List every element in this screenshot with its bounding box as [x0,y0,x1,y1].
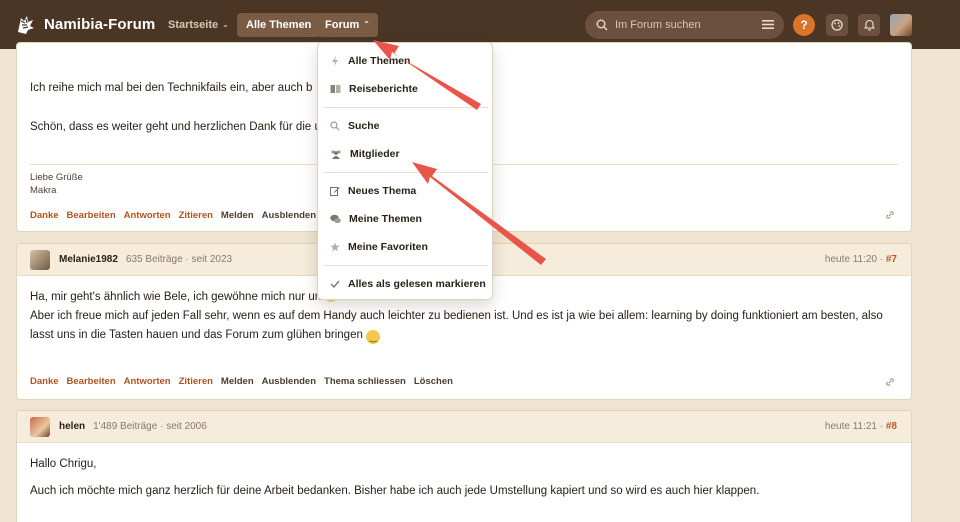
menu-item-neues-thema[interactable]: Neues Thema [330,182,416,200]
nav-startseite-label: Startseite [168,19,219,31]
antworten-button[interactable]: Antworten [124,210,171,221]
nav-startseite[interactable]: Startseite ⌄ [159,13,238,37]
author-avatar[interactable] [30,249,50,270]
menu-divider [324,107,488,108]
post-actions: Danke Bearbeiten Antworten Zitieren Meld… [30,210,316,221]
loeschen-button[interactable]: Löschen [414,376,453,387]
post-body: Ich reihe mich mal bei den Technikfails … [17,79,334,137]
antworten-button[interactable]: Antworten [124,376,171,387]
ausblenden-button[interactable]: Ausblenden [262,210,316,221]
nav-forum[interactable]: Forum ⌃ [316,13,378,37]
nav-alle-themen[interactable]: Alle Themen [237,13,321,37]
permalink-icon[interactable] [885,377,895,387]
zebra-logo-icon [18,16,34,34]
post-number[interactable]: #7 [886,254,897,265]
chat-icon [330,214,341,224]
forum-post: helen 1'489 Beiträge · seit 2006 heute 1… [16,410,912,522]
check-icon [330,280,340,289]
menu-item-alles-gelesen[interactable]: Alles als gelesen markieren [330,275,486,293]
post-text-line: Auch ich möchte mich ganz herzlich für d… [30,485,760,497]
menu-item-label: Suche [348,120,380,132]
search-icon [330,121,340,131]
author-avatar[interactable] [30,416,50,437]
book-icon [330,85,341,93]
melden-button[interactable]: Melden [221,376,254,387]
palette-icon[interactable] [826,14,848,36]
post-text-line: lasst uns in die Tasten hauen und das Fo… [30,326,898,345]
ausblenden-button[interactable]: Ausblenden [262,376,316,387]
post-time-label: heute 11:20 · [824,254,886,265]
edit-icon [330,187,340,196]
menu-item-suche[interactable]: Suche [330,117,380,135]
bearbeiten-button[interactable]: Bearbeiten [67,210,116,221]
post-text-fragment: Ha, mir geht's ähnlich wie Bele, ich gew… [30,291,322,303]
menu-divider [324,265,488,266]
post-body: Hallo Chrigu, Auch ich möchte mich ganz … [17,455,911,501]
author-meta: 635 Beiträge · seit 2023 [125,254,233,265]
chevron-down-icon: ⌄ [222,20,229,29]
post-author[interactable]: helen [59,421,85,432]
post-time-label: heute 11:21 · [824,421,886,432]
danke-button[interactable]: Danke [30,376,59,387]
help-button[interactable]: ? [793,14,815,36]
post-text-line: Hallo Chrigu, [30,458,97,470]
chevron-up-icon: ⌃ [363,20,370,29]
post-text-line: Aber ich freue mich auf jeden Fall sehr,… [30,310,883,322]
post-actions: Danke Bearbeiten Antworten Zitieren Meld… [30,376,453,387]
danke-button[interactable]: Danke [30,210,59,221]
permalink-icon[interactable] [885,210,895,220]
nav-forum-label: Forum [325,19,360,31]
forum-search-box[interactable] [585,11,784,39]
menu-item-label: Meine Favoriten [348,241,428,253]
post-timestamp: heute 11:20 · #7 [825,254,897,265]
bearbeiten-button[interactable]: Bearbeiten [67,376,116,387]
menu-item-label: Alles als gelesen markieren [348,278,486,290]
menu-item-reiseberichte[interactable]: Reiseberichte [330,80,418,98]
menu-item-label: Alle Themen [348,55,411,67]
zitieren-button[interactable]: Zitieren [179,210,213,221]
menu-item-alle-themen[interactable]: Alle Themen [330,52,410,70]
search-input[interactable] [615,19,755,31]
menu-item-label: Mitglieder [350,148,400,160]
site-title: Namibia-Forum [44,15,156,33]
post-text-line: Schön, dass es weiter geht und herzliche… [30,121,321,133]
site-logo[interactable]: Namibia-Forum [14,12,155,36]
melden-button[interactable]: Melden [221,210,254,221]
author-meta: 1'489 Beiträge · seit 2006 [93,421,207,432]
star-icon [330,242,340,252]
zitieren-button[interactable]: Zitieren [179,376,213,387]
menu-item-label: Neues Thema [348,185,417,197]
post-number[interactable]: #8 [886,421,897,432]
menu-item-label: Meine Themen [349,213,422,225]
thema-schliessen-button[interactable]: Thema schliessen [324,376,406,387]
search-icon [596,19,608,31]
user-avatar[interactable] [890,14,912,36]
menu-item-meine-themen[interactable]: Meine Themen [330,210,422,228]
post-header: helen 1'489 Beiträge · seit 2006 heute 1… [17,411,911,443]
members-icon [331,150,341,159]
post-text-line: Ich reihe mich mal bei den Technikfails … [30,82,313,94]
post-author[interactable]: Melanie1982 [59,254,118,265]
grinning-emoji-icon: ‿ [366,330,381,344]
menu-item-label: Reiseberichte [349,83,418,95]
post-text-fragment: lasst uns in die Tasten hauen und das Fo… [30,329,363,341]
menu-item-meine-favoriten[interactable]: Meine Favoriten [330,238,428,256]
lightning-icon [332,56,338,66]
bell-icon[interactable] [858,14,880,36]
post-timestamp: heute 11:21 · #8 [825,421,897,432]
menu-item-mitglieder[interactable]: Mitglieder [330,145,400,163]
hamburger-menu-icon[interactable] [762,19,774,30]
forum-dropdown-menu: Alle Themen Reiseberichte Suche Mitglied… [317,42,493,300]
menu-divider [324,172,488,173]
